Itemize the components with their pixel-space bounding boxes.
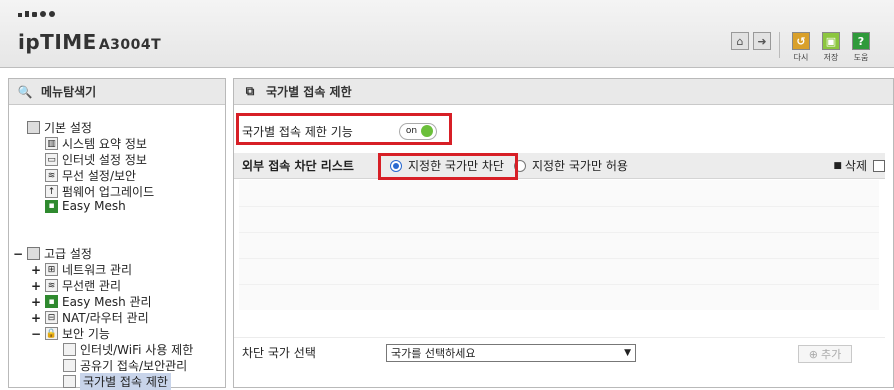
reset-label: 다시 (793, 53, 809, 62)
reset-button[interactable]: ↺ 다시 (788, 32, 814, 63)
folder-icon (27, 121, 40, 134)
tree-security-features[interactable]: − 🔒 보안 기능 (31, 325, 110, 342)
mesh-icon: ▪ (45, 295, 58, 308)
country-select[interactable]: 국가를 선택하세요 ▼ (386, 344, 636, 362)
page-icon (63, 375, 76, 388)
menu-explorer-title: 메뉴탐색기 (41, 85, 97, 99)
feature-highlight-box (236, 113, 452, 145)
tree-wlan-management-label: 무선랜 관리 (62, 279, 122, 293)
save-label: 저장 (823, 53, 839, 62)
wifi-icon: ≋ (45, 169, 58, 182)
mesh-icon: ▪ (45, 199, 58, 213)
logout-icon[interactable]: ➜ (753, 32, 771, 50)
monitor-icon: ▭ (45, 153, 58, 166)
home-icon[interactable]: ⌂ (731, 32, 749, 50)
tree-basic-settings[interactable]: 기본 설정 (27, 119, 92, 136)
add-country-button[interactable]: ⊕ 추가 (798, 345, 852, 363)
search-icon: 🔍 (17, 84, 33, 99)
radio-highlight-box (378, 153, 518, 180)
country-select-label: 차단 국가 선택 (242, 346, 316, 360)
help-icon: ? (852, 32, 870, 50)
tree-easy-mesh-label: Easy Mesh (62, 199, 126, 213)
chart-icon: ▥ (45, 137, 58, 150)
tree-easy-mesh[interactable]: ▪ Easy Mesh (45, 199, 126, 213)
reset-icon: ↺ (792, 32, 810, 50)
expand-icon[interactable]: + (31, 311, 41, 325)
tree-advanced-settings-label: 고급 설정 (44, 247, 92, 261)
tree-internet-info[interactable]: ▭ 인터넷 설정 정보 (45, 151, 147, 168)
chevron-down-icon: ▼ (624, 348, 631, 358)
delete-all-checkbox[interactable] (873, 159, 885, 172)
toolbar-divider (779, 32, 780, 58)
tree-network-management[interactable]: + ⊞ 네트워크 관리 (31, 261, 132, 278)
tree-nat-router-management-label: NAT/라우터 관리 (62, 311, 149, 325)
network-icon: ⊞ (45, 263, 58, 276)
menu-explorer-header: 🔍 메뉴탐색기 (9, 79, 225, 105)
tree-basic-settings-label: 기본 설정 (44, 121, 92, 135)
collapse-icon[interactable]: − (13, 247, 23, 261)
delete-label: 삭제 (844, 159, 867, 173)
tree-easy-mesh-management[interactable]: + ▪ Easy Mesh 관리 (31, 293, 152, 310)
add-icon: ⊕ (808, 347, 818, 361)
tree-security-features-label: 보안 기능 (62, 327, 110, 341)
menu-explorer-panel: 🔍 메뉴탐색기 기본 설정 ▥ 시스템 요약 정보 ▭ 인터넷 설정 정보 ≋ … (8, 78, 226, 390)
delete-icon: ■ (833, 160, 842, 171)
expand-icon[interactable]: + (31, 279, 41, 293)
tree-system-summary[interactable]: ▥ 시스템 요약 정보 (45, 135, 147, 152)
page-icon (63, 343, 76, 356)
router-icon: ⊟ (45, 311, 58, 324)
expand-icon[interactable]: + (31, 263, 41, 277)
tree-wireless-setting[interactable]: ≋ 무선 설정/보안 (45, 167, 136, 184)
tree-firmware-upgrade-label: 펌웨어 업그레이드 (62, 185, 155, 199)
app-header: ipTIME A3004T ⌂ ➜ ↺ 다시 ▣ 저장 ? 도움 (0, 0, 894, 68)
save-button[interactable]: ▣ 저장 (818, 32, 844, 63)
block-list-label: 외부 접속 차단 리스트 (242, 159, 354, 173)
main-panel: ⧉ 국가별 접속 제한 국가별 접속 제한 기능 on 외부 접속 차단 리스트… (233, 78, 894, 388)
tree-nat-router-management[interactable]: + ⊟ NAT/라우터 관리 (31, 309, 149, 326)
tree-wireless-setting-label: 무선 설정/보안 (62, 169, 137, 183)
tree-country-access-limit-label: 국가별 접속 제한 (80, 373, 171, 390)
main-panel-header: ⧉ 국가별 접속 제한 (234, 79, 893, 105)
lock-icon: 🔒 (45, 327, 58, 340)
page-icon: ⧉ (245, 84, 255, 98)
help-label: 도움 (853, 53, 869, 62)
country-select-value: 국가를 선택하세요 (391, 347, 476, 360)
radio-allow-only-label: 지정한 국가만 허용 (531, 159, 628, 173)
save-icon: ▣ (822, 32, 840, 50)
model-name: A3004T (98, 37, 162, 53)
tree-wlan-management[interactable]: + ≋ 무선랜 관리 (31, 277, 121, 294)
tree-network-management-label: 네트워크 관리 (62, 263, 133, 277)
upgrade-icon: ↑ (45, 185, 58, 198)
add-country-label: 추가 (820, 348, 842, 361)
tree-system-summary-label: 시스템 요약 정보 (62, 137, 147, 151)
blocked-country-list (239, 180, 879, 310)
tree-router-access-security[interactable]: 공유기 접속/보안관리 (63, 357, 187, 374)
delete-control: ■ 삭제 (833, 157, 885, 174)
tree-firmware-upgrade[interactable]: ↑ 펌웨어 업그레이드 (45, 183, 154, 200)
tree-internet-wifi-limit[interactable]: 인터넷/WiFi 사용 제한 (63, 341, 193, 358)
collapse-icon[interactable]: − (31, 327, 41, 341)
tree-country-access-limit[interactable]: 국가별 접속 제한 (63, 373, 171, 390)
wifi-icon: ≋ (45, 279, 58, 292)
folder-icon (27, 247, 40, 260)
tree-internet-info-label: 인터넷 설정 정보 (62, 153, 147, 167)
tree-easy-mesh-management-label: Easy Mesh 관리 (62, 295, 152, 309)
brand-name: ipTIME (18, 30, 97, 54)
tree-router-access-security-label: 공유기 접속/보안관리 (80, 359, 188, 373)
page-title: 국가별 접속 제한 (266, 85, 352, 99)
list-header-row: 외부 접속 차단 리스트 지정한 국가만 차단 지정한 국가만 허용 ■ 삭제 (234, 153, 885, 179)
page-icon (63, 359, 76, 372)
help-button[interactable]: ? 도움 (848, 32, 874, 63)
tree-advanced-settings[interactable]: − 고급 설정 (13, 245, 92, 262)
logo-dots (18, 11, 55, 17)
expand-icon[interactable]: + (31, 295, 41, 309)
brand-logo: ipTIME A3004T (18, 30, 161, 54)
tree-internet-wifi-limit-label: 인터넷/WiFi 사용 제한 (80, 343, 194, 357)
